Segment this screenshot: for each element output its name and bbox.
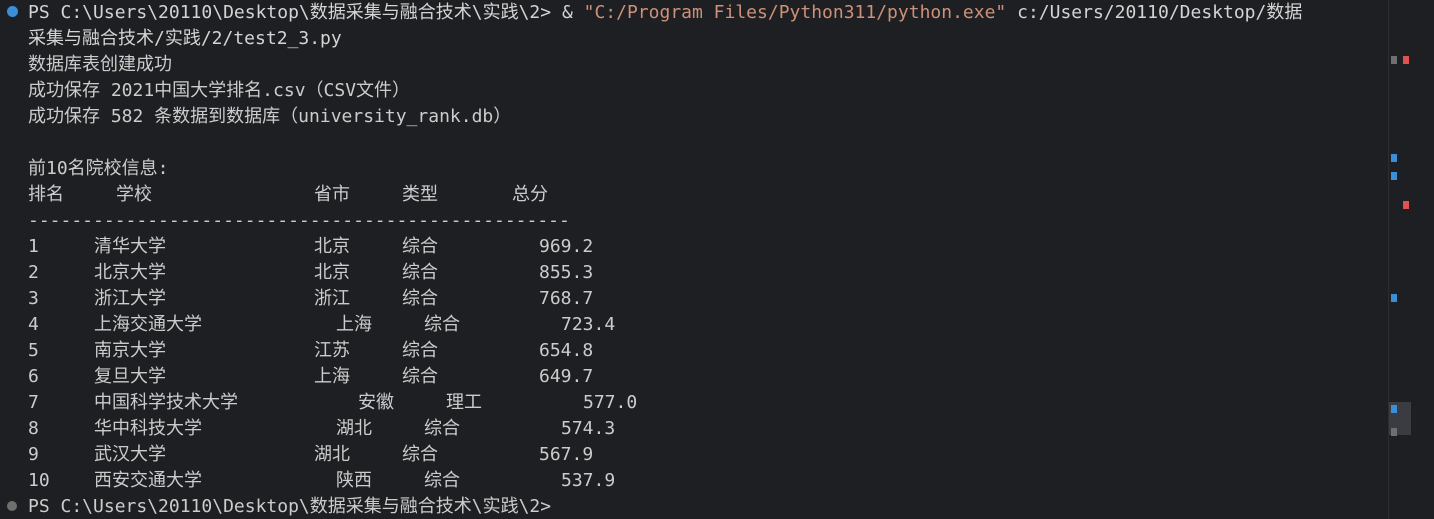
- table-row: 5 南京大学 江苏 综合 654.8: [28, 338, 728, 364]
- row-rank: 7: [28, 392, 39, 413]
- table-row: 3 浙江大学 浙江 综合 768.7: [28, 286, 728, 312]
- row-school: 北京大学: [94, 262, 166, 283]
- prompt-text: PS C:\Users\20110\Desktop\数据采集与融合技术\实践\2…: [28, 2, 552, 23]
- row-score: 574.3: [561, 418, 616, 439]
- table-row: 8 华中科技大学 湖北 综合 574.3: [28, 416, 728, 442]
- header-type: 类型: [402, 184, 438, 205]
- row-rank: 8: [28, 418, 39, 439]
- overview-marker: [1391, 154, 1397, 162]
- overview-marker-error: [1403, 56, 1409, 64]
- overview-marker: [1391, 294, 1397, 302]
- header-province: 省市: [314, 184, 350, 205]
- row-province: 上海: [336, 314, 372, 335]
- output-csv-saved: 成功保存 2021中国大学排名.csv（CSV文件）: [28, 80, 411, 101]
- table-row: 10 西安交通大学 陕西 综合 537.9: [28, 468, 728, 494]
- row-school: 武汉大学: [94, 444, 166, 465]
- row-province: 上海: [314, 366, 350, 387]
- row-rank: 1: [28, 236, 39, 257]
- row-rank: 2: [28, 262, 39, 283]
- row-type: 理工: [446, 392, 482, 413]
- row-school: 上海交通大学: [94, 314, 202, 335]
- row-rank: 10: [28, 470, 50, 491]
- command-line: PS C:\Users\20110\Desktop\数据采集与融合技术\实践\2…: [28, 0, 1302, 26]
- row-type: 综合: [424, 418, 460, 439]
- row-score: 654.8: [539, 340, 594, 361]
- header-rank: 排名: [28, 184, 64, 205]
- output-db-saved: 成功保存 582 条数据到数据库（university_rank.db）: [28, 106, 512, 127]
- command-operator: &: [551, 2, 584, 23]
- row-province: 安徽: [358, 392, 394, 413]
- table-separator: ----------------------------------------…: [28, 210, 570, 231]
- command-success-decoration-icon[interactable]: [7, 6, 18, 17]
- row-rank: 9: [28, 444, 39, 465]
- row-type: 综合: [402, 366, 438, 387]
- table-row: 1 清华大学 北京 综合 969.2: [28, 234, 728, 260]
- row-province: 江苏: [314, 340, 350, 361]
- scrollbar-track[interactable]: [1388, 0, 1413, 519]
- row-rank: 3: [28, 288, 39, 309]
- row-school: 华中科技大学: [94, 418, 202, 439]
- row-school: 西安交通大学: [94, 470, 202, 491]
- overview-marker: [1391, 56, 1397, 64]
- row-rank: 6: [28, 366, 39, 387]
- row-score: 723.4: [561, 314, 616, 335]
- final-prompt: PS C:\Users\20110\Desktop\数据采集与融合技术\实践\2…: [28, 496, 552, 517]
- table-row: 6 复旦大学 上海 综合 649.7: [28, 364, 728, 390]
- header-score: 总分: [512, 184, 548, 205]
- row-type: 综合: [402, 340, 438, 361]
- row-score: 768.7: [539, 288, 594, 309]
- row-type: 综合: [402, 236, 438, 257]
- row-province: 湖北: [336, 418, 372, 439]
- row-score: 855.3: [539, 262, 594, 283]
- row-school: 中国科学技术大学: [94, 392, 238, 413]
- command-line-wrap: 采集与融合技术/实践/2/test2_3.py: [28, 26, 342, 52]
- row-score: 969.2: [539, 236, 594, 257]
- row-score: 577.0: [583, 392, 638, 413]
- output-top-title: 前10名院校信息:: [28, 158, 169, 179]
- overview-marker: [1391, 172, 1397, 180]
- overview-marker: [1391, 405, 1397, 413]
- row-score: 537.9: [561, 470, 616, 491]
- output-table-created: 数据库表创建成功: [28, 54, 172, 75]
- row-type: 综合: [424, 314, 460, 335]
- row-province: 浙江: [314, 288, 350, 309]
- row-school: 浙江大学: [94, 288, 166, 309]
- row-rank: 5: [28, 340, 39, 361]
- row-type: 综合: [402, 288, 438, 309]
- table-header: 排名 学校 省市 类型 总分: [28, 182, 728, 208]
- row-type: 综合: [424, 470, 460, 491]
- header-school: 学校: [116, 184, 152, 205]
- command-argument-continued: 采集与融合技术/实践/2/test2_3.py: [28, 28, 342, 49]
- command-pending-decoration-icon[interactable]: [7, 501, 17, 511]
- overview-marker: [1391, 428, 1397, 436]
- table-row: 9 武汉大学 湖北 综合 567.9: [28, 442, 728, 468]
- row-type: 综合: [402, 444, 438, 465]
- row-province: 北京: [314, 262, 350, 283]
- row-score: 567.9: [539, 444, 594, 465]
- row-school: 复旦大学: [94, 366, 166, 387]
- row-score: 649.7: [539, 366, 594, 387]
- row-province: 湖北: [314, 444, 350, 465]
- table-row: 7 中国科学技术大学 安徽 理工 577.0: [28, 390, 728, 416]
- command-argument: c:/Users/20110/Desktop/数据: [1006, 2, 1303, 23]
- row-province: 陕西: [336, 470, 372, 491]
- terminal-panel[interactable]: PS C:\Users\20110\Desktop\数据采集与融合技术\实践\2…: [0, 0, 1434, 519]
- table-row: 2 北京大学 北京 综合 855.3: [28, 260, 728, 286]
- row-type: 综合: [402, 262, 438, 283]
- row-school: 南京大学: [94, 340, 166, 361]
- row-rank: 4: [28, 314, 39, 335]
- row-school: 清华大学: [94, 236, 166, 257]
- table-row: 4 上海交通大学 上海 综合 723.4: [28, 312, 728, 338]
- command-executable: "C:/Program Files/Python311/python.exe": [583, 2, 1007, 23]
- row-province: 北京: [314, 236, 350, 257]
- overview-marker-error: [1403, 201, 1409, 209]
